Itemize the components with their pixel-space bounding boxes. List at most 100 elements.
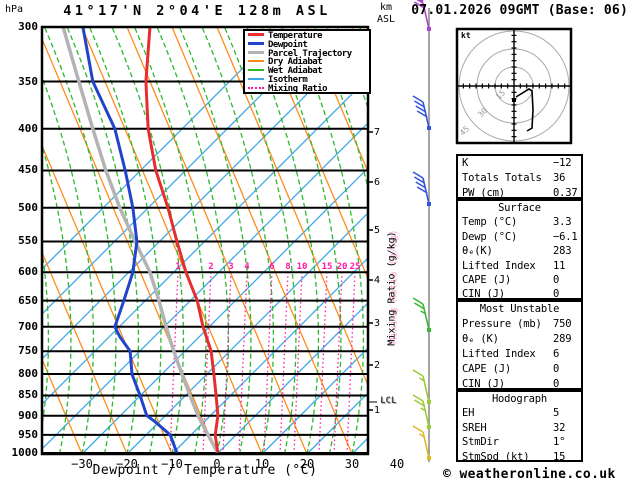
pressure-axis-unit: hPa [5, 4, 24, 15]
stat-value: 5 [553, 407, 560, 420]
height-tick-label: 6 [374, 177, 381, 188]
stat-label: CIN (J) [462, 378, 505, 390]
stat-value: 15 [553, 450, 566, 462]
stat-label: StmDir [462, 436, 499, 449]
stat-value: 289 [553, 333, 572, 345]
wind-barb-base [427, 126, 431, 130]
lcl-marker-label: LCL [380, 396, 397, 406]
stat-value: 6 [553, 348, 560, 360]
legend-item: Wet Adiabat [248, 67, 369, 76]
stats-section: K −12 Totals Totals 36 PW (cm) 0.37 [456, 154, 583, 199]
pressure-tick-label: 300 [18, 20, 38, 33]
stat-value: 750 [553, 318, 572, 330]
stats-section-title: Most Unstable [479, 303, 560, 315]
stat-label: StmSpd (kt) [462, 450, 530, 462]
stat-label: Pressure (mb) [462, 318, 542, 330]
stats-row: StmDir 1° [458, 435, 581, 449]
dewpoint-curve [81, 27, 179, 454]
stats-row: CIN (J) 0 [458, 377, 581, 390]
stats-section-title: Hodograph [491, 393, 548, 405]
stat-label: CAPE (J) [462, 274, 511, 287]
stats-row: Dewp (°C) −6.1 [458, 230, 581, 244]
pressure-tick-label: 800 [18, 367, 38, 381]
stat-label: CIN (J) [462, 288, 505, 300]
pressure-tick-label: 500 [18, 200, 38, 214]
stat-value: 1° [553, 436, 566, 449]
stats-row: CAPE (J) 0 [458, 362, 581, 377]
pressure-tick-label: 1000 [11, 445, 39, 459]
legend-item: Mixing Ratio [248, 83, 369, 94]
stats-row: Temp (°C) 3.3 [458, 215, 581, 229]
height-axis-unit-asl: ASL [377, 14, 396, 25]
stat-label: SREH [462, 421, 487, 434]
stats-row: EH 5 [458, 406, 581, 420]
stat-label: θₑ(K) [462, 245, 493, 258]
height-axis-unit-km: km [380, 2, 393, 13]
stat-value: 0 [553, 288, 560, 300]
stats-row: Lifted Index 6 [458, 347, 581, 362]
stats-row: Lifted Index 11 [458, 259, 581, 273]
stat-label: Lifted Index [462, 259, 536, 272]
station-title: 41°17'N 2°04'E 128m ASL [63, 3, 331, 19]
wind-barb-base [427, 202, 431, 206]
stats-row: CAPE (J) 0 [458, 273, 581, 287]
mixing-ratio-axis-title: Mixing Ratio (g/kg) [386, 231, 398, 346]
stat-label: Lifted Index [462, 348, 536, 360]
wind-barb-base [427, 425, 431, 429]
legend-item-label: Mixing Ratio [268, 83, 328, 94]
stat-value: 0.37 [553, 187, 578, 199]
pressure-tick-label: 750 [18, 344, 38, 358]
stats-section: Most Unstable Pressure (mb) 750 θₑ (K) 289 Li… [456, 300, 583, 390]
height-tick-label: 1 [374, 405, 381, 416]
stat-value: −6.1 [553, 230, 578, 243]
copyright-text: © weatheronline.co.uk [443, 467, 616, 482]
skewt-sounding-app: 15 30 45 hPa 41°17'N 2°04'E 128m ASL km AS… [0, 0, 629, 486]
pressure-tick-label: 650 [18, 293, 38, 307]
hodograph-storm-marker [512, 98, 516, 102]
wind-barb-base [427, 27, 431, 31]
wind-barb-base [427, 400, 431, 404]
stats-row: Totals Totals 36 [458, 171, 581, 186]
stats-section: Surface Temp (°C) 3.3 Dewp (°C) −6.1 θₑ(K) 283… [456, 199, 583, 300]
mixing-ratio-line [263, 271, 273, 455]
run-datetime-title: 07.01.2026 09GMT (Base: 06) [411, 3, 628, 18]
stat-value: 0 [553, 378, 560, 390]
stat-label: θₑ (K) [462, 333, 499, 345]
stat-label: PW (cm) [462, 187, 505, 199]
stat-value: 3.3 [553, 216, 572, 229]
temp-tick-label: 40 [389, 457, 405, 471]
wind-barb-base [427, 328, 431, 332]
legend-item: Temperature [248, 32, 369, 41]
stat-label: CAPE (J) [462, 363, 511, 375]
legend-line-sample [248, 41, 264, 45]
height-tick-label: 2 [374, 360, 381, 371]
hodograph: 153045 [455, 27, 573, 145]
stat-value: 0 [553, 363, 560, 375]
pressure-tick-label: 900 [18, 408, 38, 422]
stat-value: 11 [553, 259, 566, 272]
stat-label: Totals Totals [462, 172, 542, 184]
stat-value: 32 [553, 421, 566, 434]
stat-value: 0 [553, 274, 560, 287]
mixing-ratio-line [238, 271, 248, 455]
mixing-ratio-tick-label: 10 [296, 262, 308, 272]
pressure-tick-label: 550 [18, 234, 38, 248]
stat-value: 36 [553, 172, 566, 184]
sounding-curves [61, 27, 220, 454]
wind-barb-tick [412, 425, 424, 433]
parcel-trajectory-curve [61, 27, 220, 454]
stat-label: K [462, 157, 469, 169]
mixing-ratio-tick-label: 4 [244, 262, 250, 272]
pressure-tick-label: 450 [18, 163, 38, 177]
mixing-ratio-tick-label: 25 [349, 262, 361, 272]
stats-section: Hodograph EH 5 SREH 32 StmDir 1° StmSpd (kt) 15 [456, 390, 583, 462]
stats-row: StmSpd (kt) 15 [458, 450, 581, 462]
pressure-tick-label: 350 [18, 74, 38, 88]
chart-legend: Temperature Dewpoint Parcel Trajectory Dry … [243, 29, 371, 94]
pressure-tick-label: 700 [18, 319, 38, 333]
stat-label: EH [462, 407, 475, 420]
stats-section-title: Surface [498, 202, 541, 214]
mixing-ratio-tick-label: 2 [208, 262, 214, 272]
legend-line-sample [248, 60, 264, 63]
legend-line-sample [248, 69, 264, 72]
